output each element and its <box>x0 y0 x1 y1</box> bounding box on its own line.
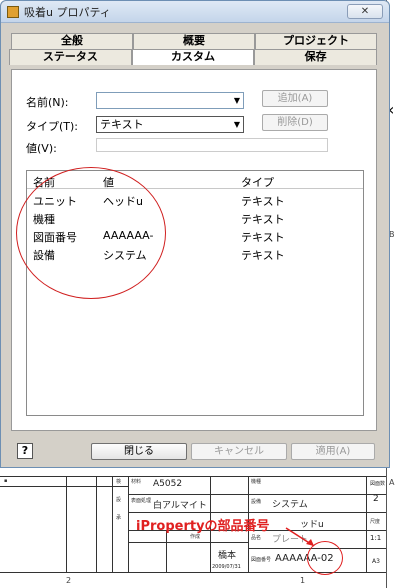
type-label: タイプ(T): <box>26 120 79 133</box>
model-label: 機種 <box>251 479 262 485</box>
row-check: 検 <box>116 479 122 485</box>
dialog-footer: ? 閉じる キャンセル 適用(A) <box>11 441 381 463</box>
column-type[interactable]: タイプ <box>241 174 274 190</box>
material-label: 材料 <box>131 479 142 485</box>
type-select[interactable]: テキスト ▼ <box>96 116 244 133</box>
material-value: A5052 <box>153 479 183 489</box>
cell-type: テキスト <box>241 195 285 208</box>
drawing-number-highlight <box>307 541 343 575</box>
scale-value: 1:1 <box>370 534 382 542</box>
name-label: 品名 <box>251 535 262 541</box>
tab-custom[interactable]: カスタム <box>131 49 255 65</box>
app-icon <box>7 5 19 18</box>
surface-value: 白アルマイト <box>153 501 207 511</box>
name-label: 名前(N): <box>26 96 69 109</box>
add-button[interactable]: 追加(A) <box>262 90 328 107</box>
dialog-title: 吸着u プロパティ <box>24 5 111 19</box>
equipment-value: システム <box>272 500 308 510</box>
highlight-ellipse <box>16 167 166 299</box>
type-value: テキスト <box>100 118 144 131</box>
chevron-down-icon[interactable]: ▼ <box>234 93 240 108</box>
date-value: 2009/07/31 <box>212 564 241 570</box>
properties-dialog: 吸着u プロパティ ✕ 全般 概要 プロジェクト ステータス カスタム 保存 名… <box>0 0 390 468</box>
name-combobox[interactable]: ▼ <box>96 92 244 109</box>
iproperty-annotation: iPropertyの部品番号 <box>136 519 270 534</box>
size-value: A3 <box>372 558 380 565</box>
tab-summary[interactable]: 概要 <box>133 33 255 49</box>
equipment-label: 設備 <box>251 499 262 505</box>
row-design: 設 <box>116 497 122 503</box>
drawing-no-label: 図面番号 <box>251 557 272 563</box>
drawn-label: 作成 <box>190 534 201 540</box>
help-icon[interactable]: ? <box>17 443 33 459</box>
surface-label: 表面処理 <box>131 498 152 504</box>
zone-label-a: A <box>389 478 395 487</box>
chevron-down-icon[interactable]: ▼ <box>234 117 240 132</box>
sheet-count-label: 図面数 <box>370 481 386 487</box>
tab-general[interactable]: 全般 <box>11 33 133 49</box>
zone-mark-2: 2 <box>66 576 72 585</box>
value-input[interactable] <box>96 138 328 152</box>
close-window-button[interactable]: ✕ <box>347 4 383 19</box>
scale-label: 尺度 <box>370 519 381 525</box>
close-button[interactable]: 閉じる <box>91 443 187 460</box>
cancel-button[interactable]: キャンセル <box>191 443 287 460</box>
cell-type: テキスト <box>241 213 285 226</box>
tab-project[interactable]: プロジェクト <box>255 33 377 49</box>
zone-mark-1: 1 <box>300 576 306 585</box>
tab-save[interactable]: 保存 <box>254 49 378 65</box>
tab-row-1: 全般 概要 プロジェクト <box>11 33 377 49</box>
sheet-count-value: 2 <box>373 494 379 504</box>
apply-button[interactable]: 適用(A) <box>291 443 375 460</box>
delete-button[interactable]: 削除(D) <box>262 114 328 131</box>
value-label: 値(V): <box>26 142 57 155</box>
dialog-titlebar[interactable]: 吸着u プロパティ ✕ <box>1 1 389 23</box>
designer-value: 橋本 <box>218 551 237 561</box>
tab-status[interactable]: ステータス <box>9 49 132 65</box>
tab-row-2: ステータス カスタム 保存 <box>9 49 378 65</box>
cell-type: テキスト <box>241 231 285 244</box>
row-approve: 承 <box>116 515 122 521</box>
cell-type: テキスト <box>241 249 285 262</box>
tab-strip: 全般 概要 プロジェクト ステータス カスタム 保存 <box>9 33 378 65</box>
revision-mark: ▪ <box>4 478 8 484</box>
